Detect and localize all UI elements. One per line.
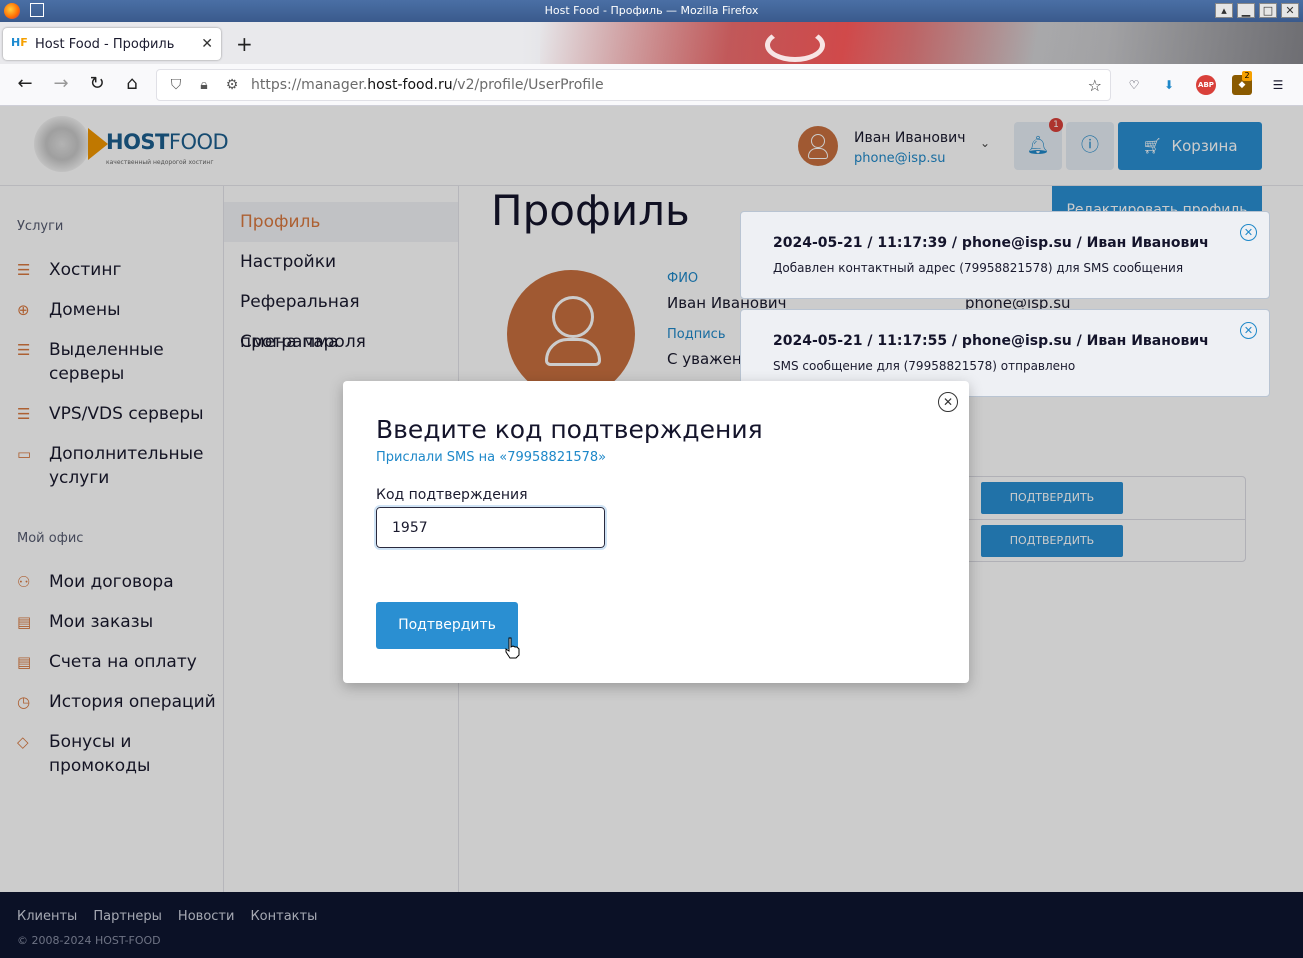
url-text: https://manager.host-food.ru/v2/profile/…: [251, 77, 604, 93]
home-button[interactable]: ⌂: [120, 73, 144, 94]
theme-banner: [540, 22, 1303, 64]
adblock-icon[interactable]: ABP: [1196, 75, 1216, 95]
code-field-label: Код подтверждения: [376, 487, 528, 503]
minimize-button[interactable]: ▁: [1237, 3, 1255, 18]
toast-header: 2024-05-21 / 11:17:39 / phone@isp.su / И…: [773, 235, 1209, 251]
toast-notification: 2024-05-21 / 11:17:39 / phone@isp.su / И…: [740, 211, 1270, 299]
permissions-icon[interactable]: ⚙: [223, 77, 241, 93]
new-tab-button[interactable]: +: [236, 32, 253, 56]
window-menu-button[interactable]: ▴: [1215, 3, 1233, 18]
back-button[interactable]: ←: [13, 73, 37, 94]
pocket-icon[interactable]: ♡: [1124, 75, 1144, 95]
bookmark-star-icon[interactable]: ☆: [1088, 76, 1102, 95]
toast-message: SMS сообщение для (79958821578) отправле…: [773, 359, 1076, 373]
toast-close-icon[interactable]: ✕: [1240, 224, 1257, 241]
modal-close-icon[interactable]: ✕: [938, 392, 958, 412]
tab-close-icon[interactable]: ✕: [201, 36, 213, 52]
menu-hamburger-icon[interactable]: ☰: [1268, 75, 1288, 95]
downloads-icon[interactable]: ⬇: [1159, 75, 1179, 95]
confirm-button[interactable]: Подтвердить: [376, 602, 518, 649]
reload-button[interactable]: ↻: [85, 73, 109, 94]
url-bar[interactable]: ⛉ 🔒︎ ⚙ https://manager.host-food.ru/v2/p…: [156, 69, 1111, 101]
tab-strip: HF Host Food - Профиль ✕ +: [0, 22, 1303, 64]
tab-title: Host Food - Профиль: [35, 36, 175, 52]
toast-message: Добавлен контактный адрес (79958821578) …: [773, 261, 1184, 275]
forward-button[interactable]: →: [49, 73, 73, 94]
theme-decoration: [765, 28, 825, 62]
maximize-button[interactable]: □: [1259, 3, 1277, 18]
close-window-button[interactable]: ✕: [1281, 3, 1299, 18]
toast-header: 2024-05-21 / 11:17:55 / phone@isp.su / И…: [773, 333, 1209, 349]
extension-badge: 2: [1242, 71, 1252, 81]
confirmation-code-modal: ✕ Введите код подтверждения Прислали SMS…: [343, 381, 969, 683]
confirmation-code-input[interactable]: [374, 505, 607, 550]
site-favicon-icon: HF: [11, 36, 28, 49]
modal-title: Введите код подтверждения: [376, 415, 763, 444]
toast-close-icon[interactable]: ✕: [1240, 322, 1257, 339]
modal-subtitle: Прислали SMS на «79958821578»: [376, 450, 607, 465]
window-title: Host Food - Профиль — Mozilla Firefox: [544, 4, 759, 17]
window-titlebar: Host Food - Профиль — Mozilla Firefox ▴ …: [0, 0, 1303, 22]
lock-icon[interactable]: 🔒︎: [195, 77, 213, 93]
hand-cursor-icon: [505, 637, 520, 659]
browser-tab[interactable]: HF Host Food - Профиль ✕: [3, 28, 221, 60]
shield-icon[interactable]: ⛉: [167, 77, 185, 93]
navigation-toolbar: ← → ↻ ⌂ ⛉ 🔒︎ ⚙ https://manager.host-food…: [0, 64, 1303, 106]
